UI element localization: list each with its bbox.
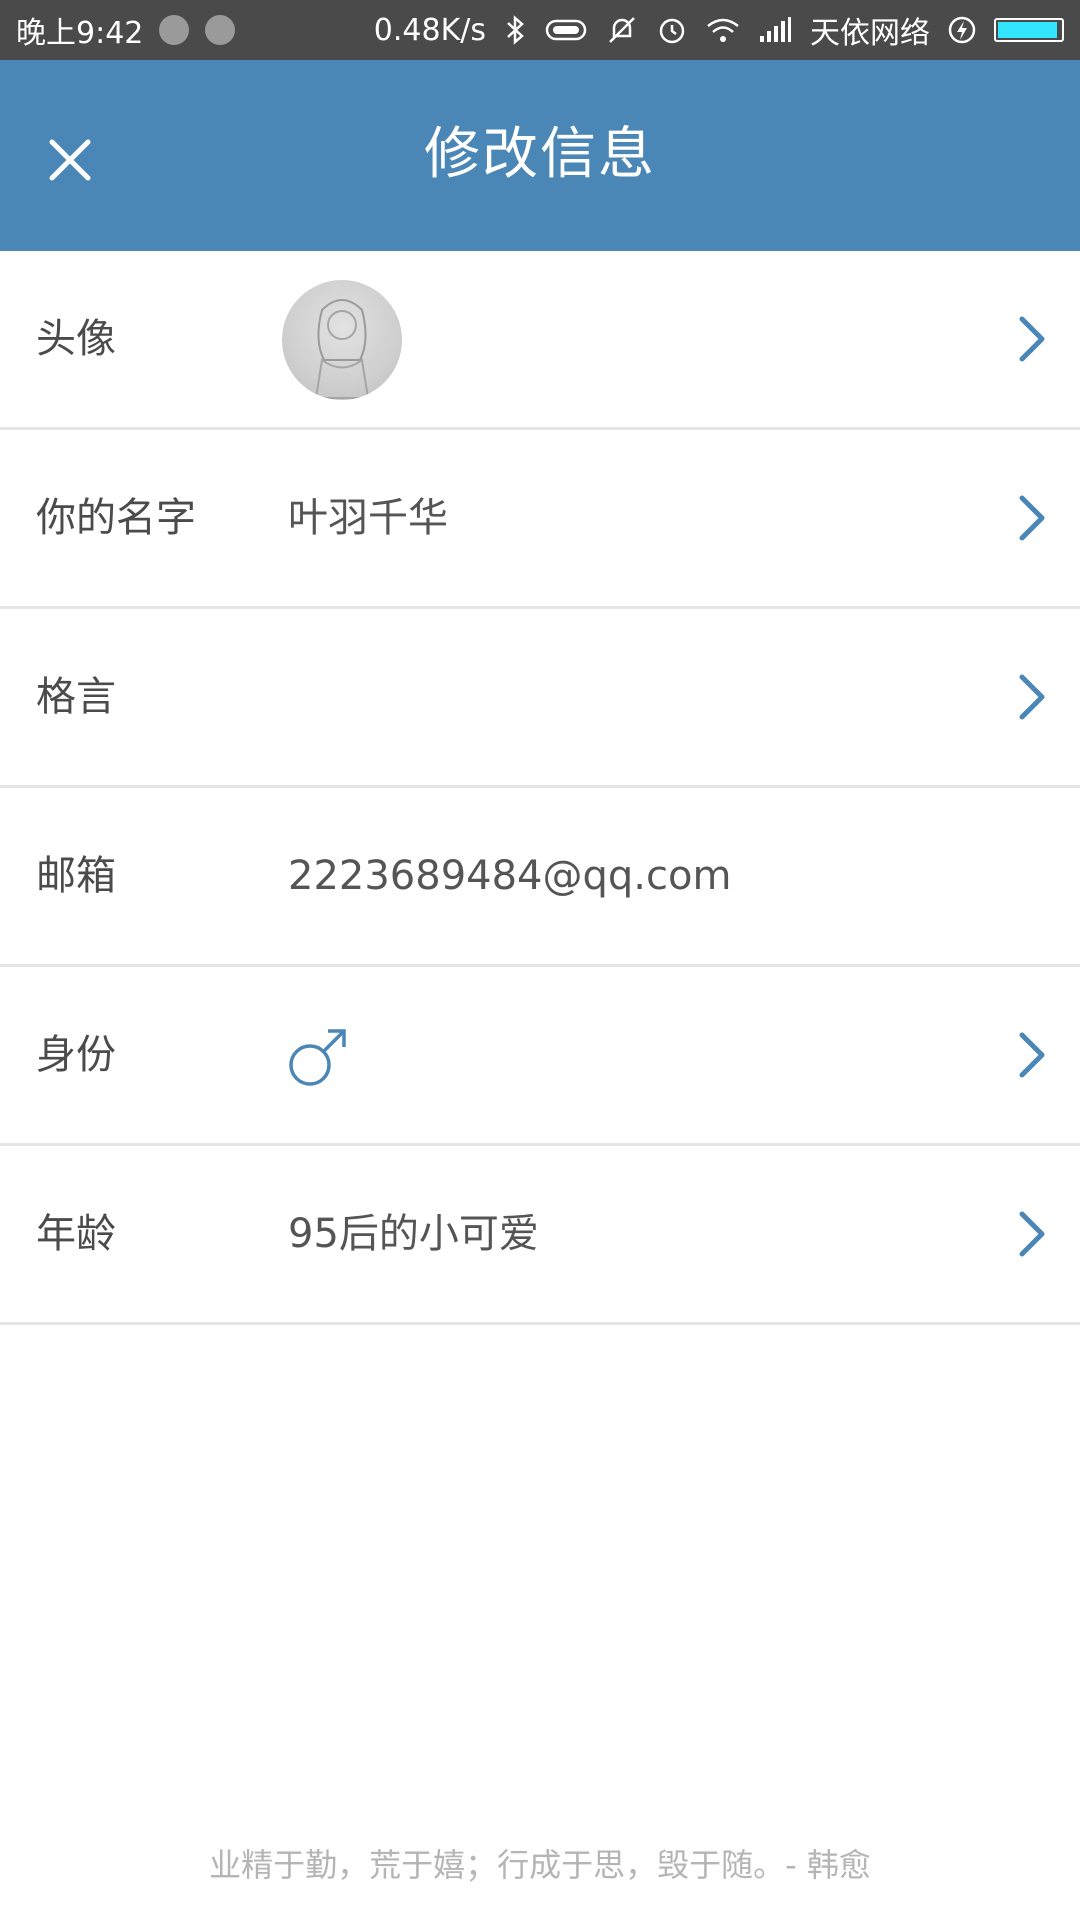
signal-icon (758, 16, 792, 44)
row-label: 邮箱 (36, 853, 116, 899)
close-button[interactable] (40, 130, 100, 190)
page-title: 修改信息 (424, 122, 656, 187)
avatar (282, 280, 402, 400)
notification-app-icon (159, 15, 190, 45)
bluetooth-icon (504, 15, 526, 45)
battery-icon (994, 18, 1064, 42)
network-speed: 0.48K/s (373, 12, 486, 48)
row-label: 格言 (36, 674, 116, 720)
notification-app-icon (205, 15, 236, 45)
row-email: 邮箱 2223689484@qq.com (0, 788, 1080, 967)
carrier-name: 天依网络 (810, 16, 930, 51)
row-value: 2223689484@qq.com (288, 853, 732, 899)
chevron-right-icon (1019, 1032, 1045, 1078)
charging-icon (948, 15, 976, 45)
row-label: 年龄 (36, 1211, 116, 1257)
row-label: 身份 (36, 1032, 116, 1078)
profile-info-list: 头像 你的名字 叶羽千华 格言 邮箱 2223689484@qq.com 身份 (0, 251, 1080, 1325)
footer-quote: 业精于勤，荒于嬉；行成于思，毁于随。- 韩愈 (209, 1846, 871, 1884)
vibrate-icon (544, 15, 588, 45)
status-bar: 晚上9:42 0.48K/s 天依网络 (0, 0, 1080, 60)
chevron-right-icon (1019, 495, 1045, 541)
row-age[interactable]: 年龄 95后的小可爱 (0, 1146, 1080, 1325)
chevron-right-icon (1019, 1211, 1045, 1257)
male-symbol-icon (289, 1029, 346, 1086)
chevron-right-icon (1019, 316, 1045, 362)
app-bar: 修改信息 (0, 60, 1080, 251)
status-time: 晚上9:42 (16, 16, 144, 51)
row-avatar[interactable]: 头像 (0, 251, 1080, 430)
close-icon (49, 139, 91, 181)
chevron-right-icon (1019, 674, 1045, 720)
silent-icon (606, 14, 638, 46)
row-value: 叶羽千华 (288, 495, 448, 541)
wifi-icon (706, 16, 740, 44)
row-label: 头像 (36, 316, 116, 362)
row-value: 95后的小可爱 (288, 1211, 539, 1257)
row-name[interactable]: 你的名字 叶羽千华 (0, 430, 1080, 609)
row-label: 你的名字 (36, 495, 196, 541)
row-motto[interactable]: 格言 (0, 609, 1080, 788)
alarm-icon (656, 14, 688, 46)
row-identity[interactable]: 身份 (0, 967, 1080, 1146)
